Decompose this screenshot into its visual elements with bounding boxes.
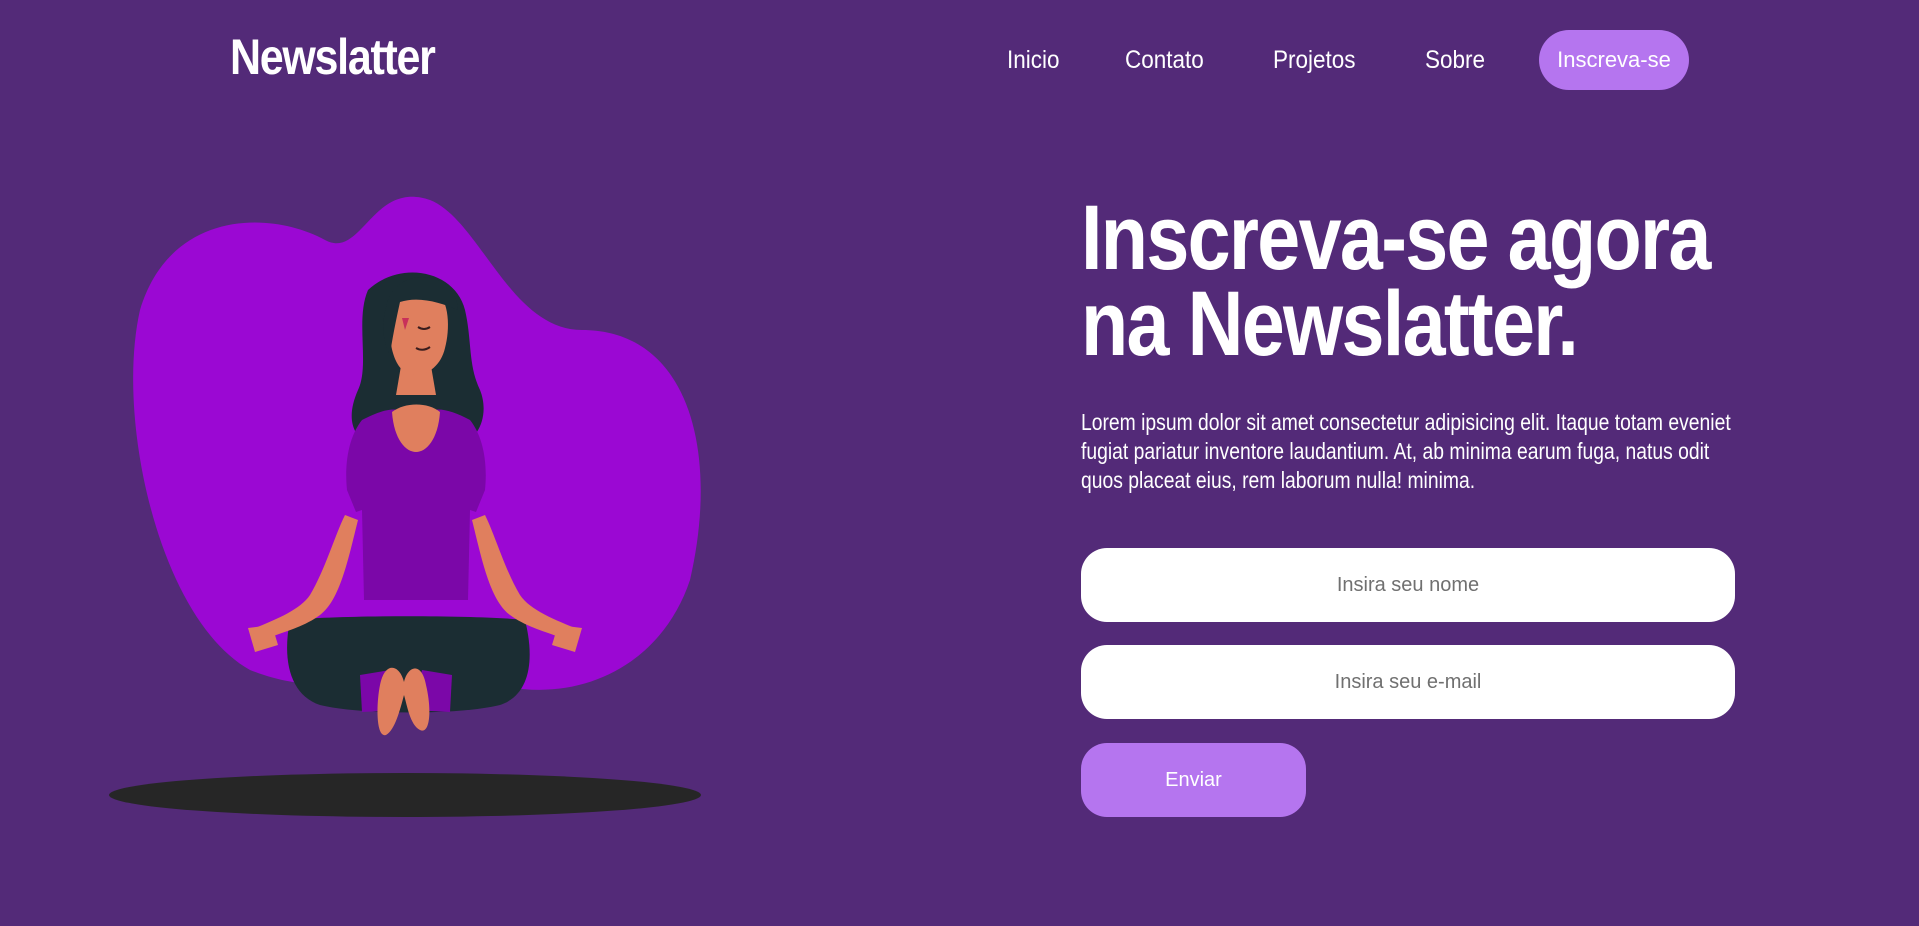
name-input[interactable] xyxy=(1081,548,1735,622)
hero-section: Inscreva-se agora na Newslatter. Lorem i… xyxy=(1081,192,1781,493)
site-header: Newslatter Inicio Contato Projetos Sobre… xyxy=(0,0,1919,120)
floor-shadow xyxy=(109,773,701,817)
nav-link-inicio[interactable]: Inicio xyxy=(1007,46,1060,75)
nav-link-contato[interactable]: Contato xyxy=(1125,46,1204,75)
email-input[interactable] xyxy=(1081,645,1735,719)
hero-title: Inscreva-se agora na Newslatter. xyxy=(1081,192,1736,370)
nav-link-sobre[interactable]: Sobre xyxy=(1425,46,1485,75)
subscribe-nav-button[interactable]: Inscreva-se xyxy=(1539,30,1689,90)
hero-description: Lorem ipsum dolor sit amet consectetur a… xyxy=(1081,409,1731,493)
meditation-illustration-svg xyxy=(109,196,701,817)
nav-link-projetos[interactable]: Projetos xyxy=(1273,46,1356,75)
hero-title-line-2: na Newslatter. xyxy=(1081,273,1579,375)
main-nav: Inicio Contato Projetos Sobre xyxy=(980,30,1551,90)
submit-button[interactable]: Enviar xyxy=(1081,743,1306,817)
logo[interactable]: Newslatter xyxy=(230,28,436,86)
meditating-woman-illustration xyxy=(100,190,720,830)
